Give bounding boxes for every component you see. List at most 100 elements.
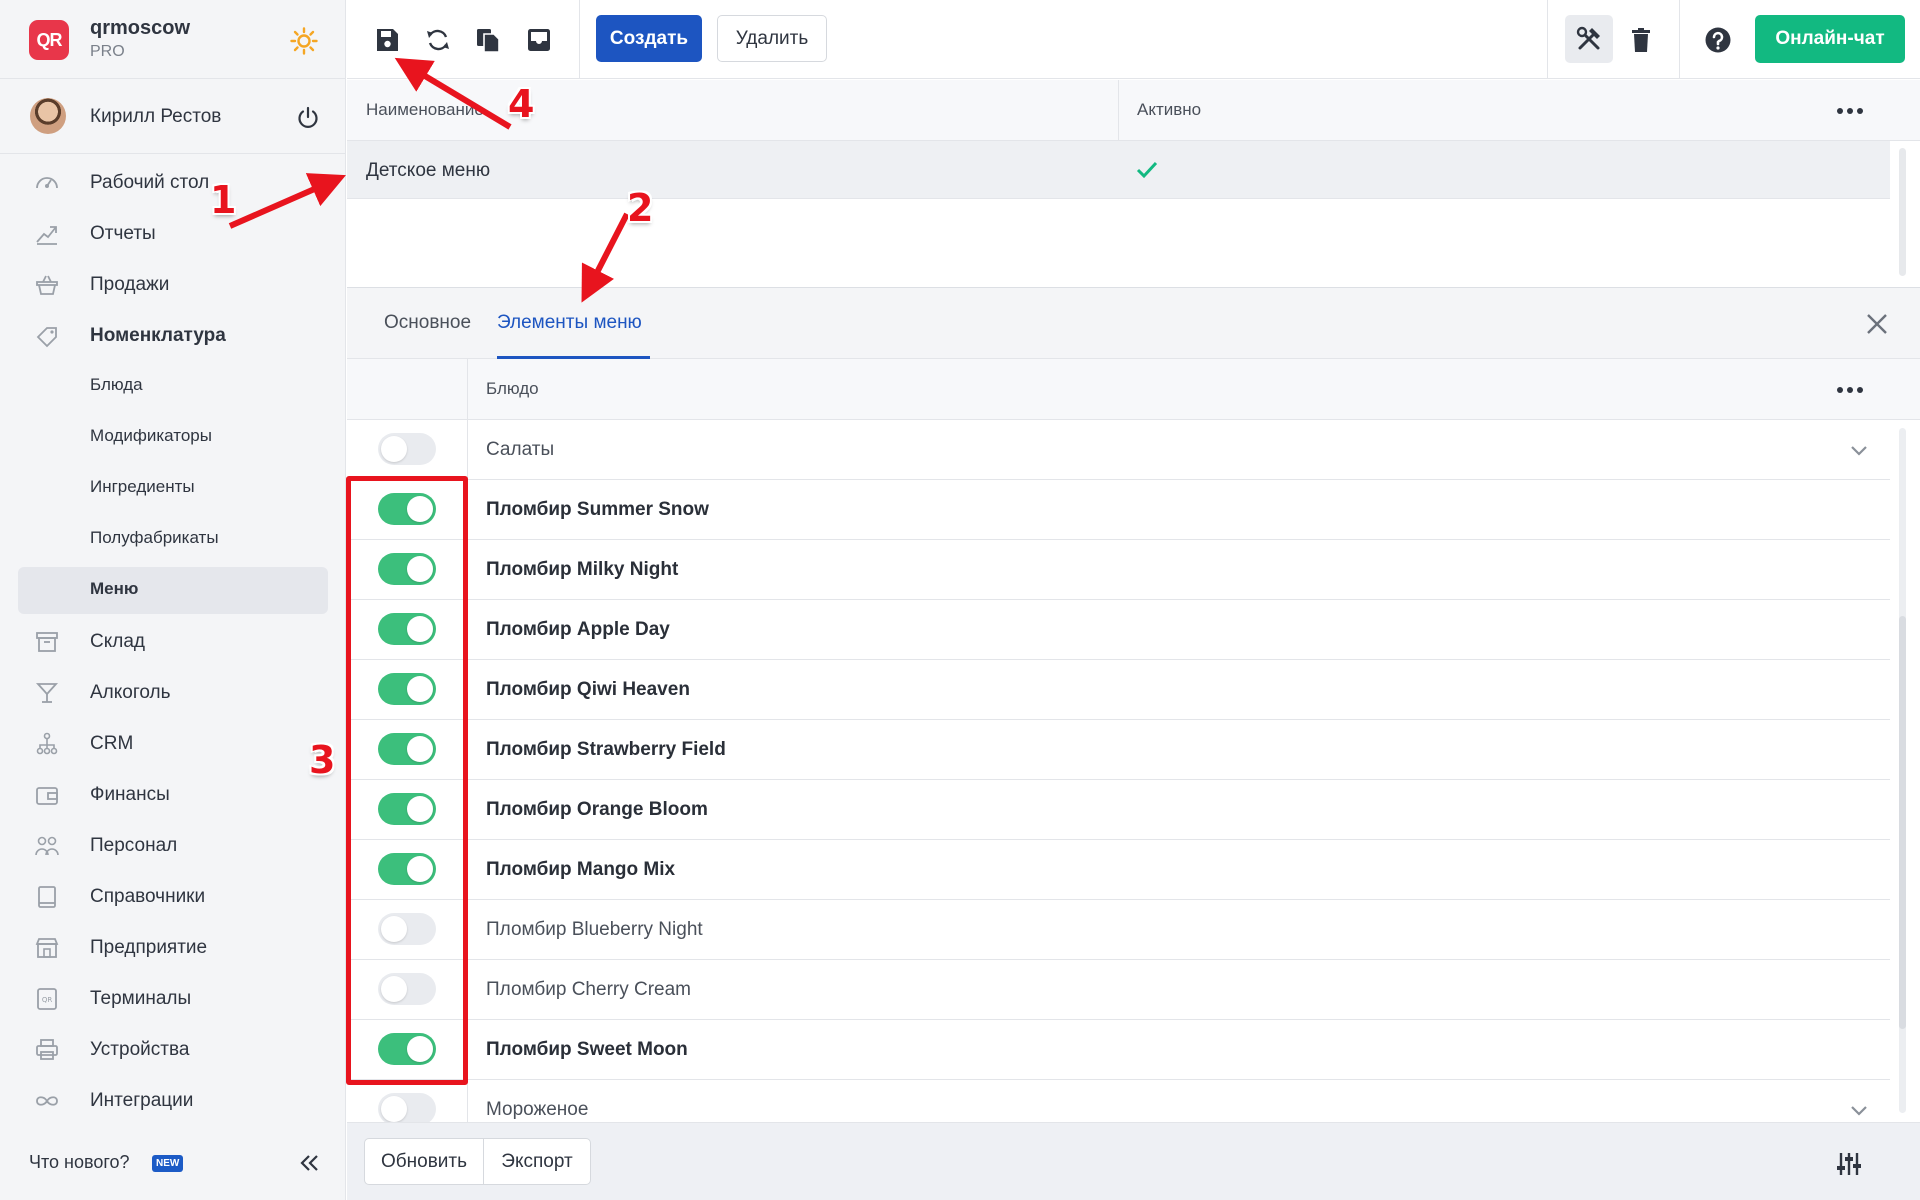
theme-sun-icon[interactable] bbox=[290, 27, 318, 55]
qr-logo[interactable]: QR bbox=[29, 20, 69, 60]
nav-label: Рабочий стол bbox=[90, 171, 210, 193]
nav-sub-ingredients[interactable]: Ингредиенты bbox=[0, 463, 346, 514]
nav-item-references[interactable]: Справочники bbox=[0, 871, 346, 922]
scrollbar[interactable] bbox=[1899, 428, 1906, 1113]
user-block: Кирилл Рестов bbox=[0, 80, 346, 154]
nav-item-warehouse[interactable]: Склад bbox=[0, 616, 346, 667]
table-row[interactable]: Пломбир Mango Mix bbox=[347, 840, 1890, 900]
tools-button[interactable] bbox=[1565, 15, 1613, 63]
nav-item-staff[interactable]: Персонал bbox=[0, 820, 346, 871]
nav-sub-semi-finished[interactable]: Полуфабрикаты bbox=[0, 514, 346, 565]
table-row[interactable]: Пломбир Cherry Cream bbox=[347, 960, 1890, 1020]
table-row[interactable]: Салаты bbox=[347, 420, 1890, 480]
nav-item-finance[interactable]: Финансы bbox=[0, 769, 346, 820]
toolbar-divider bbox=[579, 0, 580, 79]
svg-text:QR: QR bbox=[42, 996, 53, 1004]
nav-label: Номенклатура bbox=[90, 324, 226, 346]
menu-name-cell: Детское меню bbox=[366, 160, 491, 181]
nav-sub-modifiers[interactable]: Модификаторы bbox=[0, 412, 346, 463]
book-icon bbox=[38, 886, 56, 908]
create-button[interactable]: Создать bbox=[596, 15, 702, 62]
collapse-sidebar-icon[interactable] bbox=[298, 1152, 320, 1174]
nav-item-terminals[interactable]: QR Терминалы bbox=[0, 973, 346, 1024]
close-icon[interactable] bbox=[1863, 310, 1891, 338]
include-toggle[interactable] bbox=[378, 433, 436, 465]
nav-sub-label: Модификаторы bbox=[90, 426, 212, 445]
dish-name: Пломбир Sweet Moon bbox=[486, 1039, 688, 1060]
nav-item-nomenclature[interactable]: Номенклатура bbox=[0, 310, 346, 361]
nav-label: Склад bbox=[90, 630, 145, 652]
nav-label: Справочники bbox=[90, 885, 206, 907]
column-header-dish[interactable]: Блюдо bbox=[486, 379, 539, 399]
nav-item-dashboard[interactable]: Рабочий стол bbox=[0, 157, 346, 208]
save-icon[interactable] bbox=[373, 26, 401, 54]
table-row[interactable]: Пломбир Orange Bloom bbox=[347, 780, 1890, 840]
main-nav: Рабочий стол Отчеты Продажи Номенклатура… bbox=[0, 157, 346, 1126]
whats-new-link[interactable]: Что нового? bbox=[29, 1152, 130, 1173]
nav-item-devices[interactable]: Устройства bbox=[0, 1024, 346, 1075]
nav-item-integrations[interactable]: Интеграции bbox=[0, 1075, 346, 1126]
toolbar-divider bbox=[1679, 0, 1680, 79]
nav-label: Устройства bbox=[90, 1038, 190, 1060]
help-icon[interactable] bbox=[1704, 26, 1732, 54]
wallet-icon bbox=[36, 787, 58, 805]
online-chat-button[interactable]: Онлайн-чат bbox=[1755, 15, 1905, 63]
table-row[interactable]: Детское меню bbox=[347, 141, 1890, 199]
table-row[interactable]: Пломбир Qiwi Heaven bbox=[347, 660, 1890, 720]
column-settings-sliders-icon[interactable] bbox=[1835, 1150, 1863, 1178]
table-row[interactable]: Пломбир Blueberry Night bbox=[347, 900, 1890, 960]
refresh-button[interactable]: Обновить bbox=[364, 1138, 484, 1185]
company-name: qrmoscow bbox=[90, 17, 191, 39]
nav-sub-label: Меню bbox=[90, 579, 139, 598]
logout-power-icon[interactable] bbox=[296, 106, 320, 130]
user-avatar[interactable] bbox=[30, 98, 66, 134]
table-row[interactable]: Пломбир Summer Snow bbox=[347, 480, 1890, 540]
toolbar-divider bbox=[1547, 0, 1548, 79]
nav-item-crm[interactable]: CRM bbox=[0, 718, 346, 769]
nav-item-enterprise[interactable]: Предприятие bbox=[0, 922, 346, 973]
table-row[interactable]: Пломбир Apple Day bbox=[347, 600, 1890, 660]
scrollbar[interactable] bbox=[1899, 148, 1906, 276]
group-name: Мороженое bbox=[486, 1099, 589, 1120]
user-name[interactable]: Кирилл Рестов bbox=[90, 106, 221, 128]
table-row[interactable]: Пломбир Sweet Moon bbox=[347, 1020, 1890, 1080]
hierarchy-icon bbox=[36, 732, 58, 755]
table-row[interactable]: Мороженое bbox=[347, 1080, 1890, 1122]
column-header-active[interactable]: Активно bbox=[1137, 100, 1201, 120]
chevron-down-icon[interactable] bbox=[1847, 1098, 1871, 1122]
nav-sub-menu[interactable]: Меню bbox=[18, 565, 328, 616]
inbox-icon[interactable] bbox=[525, 26, 553, 54]
refresh-icon[interactable] bbox=[424, 26, 452, 54]
chevron-down-icon[interactable] bbox=[1847, 438, 1871, 462]
table-row[interactable]: Пломбир Strawberry Field bbox=[347, 720, 1890, 780]
dish-name: Пломбир Orange Bloom bbox=[486, 799, 708, 820]
tab-menu-items[interactable]: Элементы меню bbox=[497, 312, 642, 334]
trash-icon[interactable] bbox=[1627, 26, 1655, 54]
grid-footer: Обновить Экспорт bbox=[347, 1122, 1920, 1200]
group-name: Салаты bbox=[486, 439, 555, 460]
more-options-icon[interactable] bbox=[1836, 386, 1864, 394]
nav-item-sales[interactable]: Продажи bbox=[0, 259, 346, 310]
include-toggle[interactable] bbox=[378, 1093, 436, 1122]
archive-icon bbox=[36, 632, 58, 652]
export-button[interactable]: Экспорт bbox=[483, 1138, 591, 1185]
column-divider bbox=[467, 420, 468, 479]
nav-item-reports[interactable]: Отчеты bbox=[0, 208, 346, 259]
table-row[interactable]: Пломбир Milky Night bbox=[347, 540, 1890, 600]
items-list: Салаты Пломбир Summer Snow Пломбир Milky N… bbox=[347, 420, 1890, 1122]
column-header-name[interactable]: Наименование bbox=[366, 100, 484, 120]
menus-grid: Наименование Активно Детское меню bbox=[347, 80, 1920, 287]
nav-label: Терминалы bbox=[90, 987, 192, 1009]
nav-label: Персонал bbox=[90, 834, 178, 856]
dish-name: Пломбир Strawberry Field bbox=[486, 739, 726, 760]
more-options-icon[interactable] bbox=[1836, 107, 1864, 115]
dish-name: Пломбир Qiwi Heaven bbox=[486, 679, 690, 700]
copy-icon[interactable] bbox=[474, 26, 502, 54]
tab-general[interactable]: Основное bbox=[384, 312, 471, 334]
nav-sub-dishes[interactable]: Блюда bbox=[0, 361, 346, 412]
new-badge: NEW bbox=[152, 1155, 184, 1172]
check-icon bbox=[1136, 161, 1158, 179]
delete-button[interactable]: Удалить bbox=[717, 15, 827, 62]
dish-name: Пломбир Milky Night bbox=[486, 559, 679, 580]
nav-item-alcohol[interactable]: Алкоголь bbox=[0, 667, 346, 718]
